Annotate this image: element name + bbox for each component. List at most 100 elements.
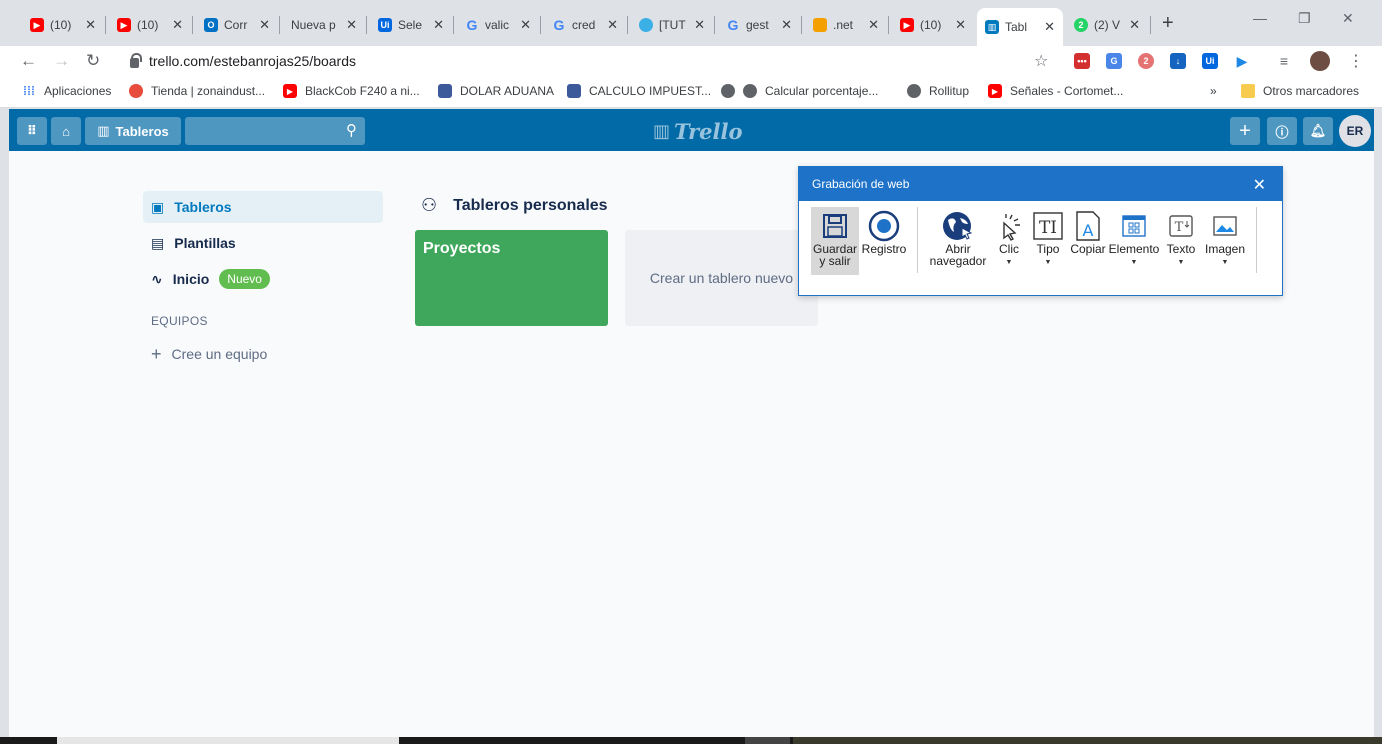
board-tile[interactable]: Proyectos [415, 230, 608, 326]
drop-icon [639, 18, 653, 32]
close-window-icon[interactable]: ✕ [1342, 10, 1354, 27]
browser-tab[interactable]: .net ✕ [805, 12, 887, 38]
copy-button[interactable]: A Copiar [1068, 207, 1108, 275]
bookmark-item[interactable]: ▶ BlackCob F240 a ni... [283, 84, 420, 98]
taskbar-search[interactable] [57, 737, 399, 744]
close-tab-icon[interactable]: ✕ [694, 17, 705, 33]
bookmark-item[interactable]: Tienda | zonaindust... [129, 84, 265, 98]
browser-tab[interactable]: Nueva p ✕ [283, 12, 365, 38]
click-cursor-icon [994, 209, 1024, 243]
bookmark-item[interactable]: Rollitup [907, 84, 969, 98]
taskbar-item[interactable] [745, 737, 790, 744]
close-tab-icon[interactable]: ✕ [172, 17, 183, 33]
address-bar[interactable]: trello.com/estebanrojas25/boards [118, 47, 1062, 75]
boards-button[interactable]: ▥ Tableros [85, 117, 181, 145]
create-icon[interactable]: + [1230, 117, 1260, 145]
sidebar-item-inicio[interactable]: ∿ Inicio Nuevo [143, 263, 383, 295]
close-tab-icon[interactable]: ✕ [781, 17, 792, 33]
bookmark-star-icon[interactable]: ☆ [1034, 51, 1048, 71]
close-icon[interactable]: ✕ [1253, 175, 1266, 195]
globe-icon [743, 84, 757, 98]
dropdown-caret-icon: ▼ [1005, 259, 1013, 266]
extension-icon[interactable]: 2 [1138, 53, 1154, 69]
bookmark-apps[interactable]: ⁞⁞⁞ Aplicaciones [22, 84, 111, 98]
close-tab-icon[interactable]: ✕ [1044, 19, 1055, 35]
create-team-button[interactable]: + Cree un equipo [143, 339, 383, 369]
trello-logo[interactable]: ▥ Trello [653, 119, 743, 144]
close-tab-icon[interactable]: ✕ [259, 17, 270, 33]
customs-icon [567, 84, 581, 98]
taskbar-tray [793, 737, 1382, 744]
apps-switcher-icon[interactable]: ⠿ [17, 117, 47, 145]
open-browser-button[interactable]: Abrir navegador [926, 207, 990, 275]
browser-tab[interactable]: ▶ (10) ✕ [22, 12, 104, 38]
translate-icon[interactable]: G [1106, 53, 1122, 69]
activity-icon: ∿ [151, 270, 163, 287]
globe-icon [721, 84, 735, 98]
bookmark-item[interactable]: ▶ Señales - Cortomet... [988, 84, 1123, 98]
play-icon[interactable]: ▶ [1234, 53, 1250, 69]
browser-tab[interactable]: Ggest ✕ [718, 12, 800, 38]
close-tab-icon[interactable]: ✕ [520, 17, 531, 33]
uipath-icon[interactable]: Ui [1202, 53, 1218, 69]
close-tab-icon[interactable]: ✕ [955, 17, 966, 33]
close-tab-icon[interactable]: ✕ [433, 17, 444, 33]
bookmark-item[interactable]: DOLAR ADUANA [438, 84, 554, 98]
browser-tab[interactable]: O Corr ✕ [196, 12, 278, 38]
text-extract-icon: T [1168, 209, 1194, 243]
folder-icon [1241, 84, 1255, 98]
sidebar-item-plantillas[interactable]: ▤ Plantillas [143, 227, 383, 259]
close-tab-icon[interactable]: ✕ [607, 17, 618, 33]
avatar[interactable]: ER [1339, 115, 1371, 147]
bookmark-item[interactable]: CALCULO IMPUEST... [567, 84, 711, 98]
profile-avatar[interactable] [1310, 51, 1330, 71]
forward-icon[interactable]: → [53, 51, 70, 71]
restore-icon[interactable]: ❐ [1298, 10, 1311, 27]
image-icon [1212, 209, 1238, 243]
text-button[interactable]: T Texto ▼ [1160, 207, 1202, 275]
record-button[interactable]: Registro [859, 207, 909, 275]
create-board-tile[interactable]: Crear un tablero nuevo [625, 230, 818, 326]
browser-tab[interactable]: Gcred ✕ [544, 12, 626, 38]
save-and-exit-button[interactable]: Guardar y salir [811, 207, 859, 275]
image-button[interactable]: Imagen ▼ [1202, 207, 1248, 275]
bookmark-item[interactable]: Calcular porcentaje... [721, 84, 878, 98]
browser-tab[interactable]: ▶ (10) ✕ [109, 12, 191, 38]
minimize-icon[interactable]: — [1253, 10, 1267, 26]
type-text-icon: TI [1032, 209, 1064, 243]
browser-tab[interactable]: Ui Sele ✕ [370, 12, 452, 38]
notification-bell-icon[interactable]: 🔔︎ [1303, 117, 1333, 145]
media-icon[interactable]: ≡ [1276, 53, 1292, 69]
google-icon: G [727, 17, 739, 33]
more-bookmarks-icon[interactable]: » [1210, 84, 1217, 98]
info-icon[interactable]: ⓘ [1267, 117, 1297, 145]
close-tab-icon[interactable]: ✕ [346, 17, 357, 33]
menu-icon[interactable]: ⋮ [1348, 51, 1364, 71]
new-tab-icon[interactable]: + [1162, 12, 1174, 35]
new-badge: Nuevo [219, 269, 270, 289]
other-bookmarks[interactable]: Otros marcadores [1241, 84, 1359, 98]
browser-tab-active[interactable]: ▥ Tabl ✕ [977, 8, 1063, 46]
close-tab-icon[interactable]: ✕ [1129, 17, 1140, 33]
home-icon[interactable]: ⌂ [51, 117, 81, 145]
click-button[interactable]: Clic ▼ [990, 207, 1028, 275]
close-tab-icon[interactable]: ✕ [85, 17, 96, 33]
reload-icon[interactable]: ↻ [86, 51, 100, 71]
type-button[interactable]: TI Tipo ▼ [1028, 207, 1068, 275]
globe-icon [907, 84, 921, 98]
back-icon[interactable]: ← [20, 51, 37, 71]
close-tab-icon[interactable]: ✕ [868, 17, 879, 33]
browser-toolbar: ← → ↻ trello.com/estebanrojas25/boards ☆… [0, 46, 1382, 76]
element-button[interactable]: Elemento ▼ [1108, 207, 1160, 275]
browser-tab[interactable]: ▶ (10) ✕ [892, 12, 974, 38]
extension-icon[interactable]: ••• [1074, 53, 1090, 69]
sidebar-item-tableros[interactable]: ▣ Tableros [143, 191, 383, 223]
lock-icon [130, 52, 142, 68]
search-input[interactable]: ⚲ [185, 117, 365, 145]
svg-text:T: T [1175, 220, 1184, 235]
browser-tab[interactable]: [TUT ✕ [631, 12, 713, 38]
download-icon[interactable]: ↓ [1170, 53, 1186, 69]
browser-tab[interactable]: 2 (2) V ✕ [1066, 12, 1148, 38]
browser-tab[interactable]: Gvalic ✕ [457, 12, 539, 38]
svg-text:A: A [1083, 221, 1094, 240]
